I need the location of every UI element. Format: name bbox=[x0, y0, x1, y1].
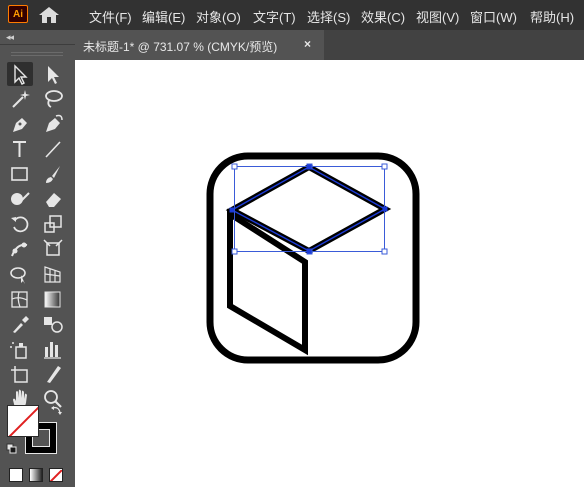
cube-side-face[interactable] bbox=[227, 208, 308, 356]
gradient-tool[interactable] bbox=[40, 287, 66, 311]
home-icon[interactable] bbox=[38, 6, 60, 24]
artboard-canvas[interactable] bbox=[75, 60, 584, 487]
line-segment-icon bbox=[45, 141, 61, 158]
none-color-icon bbox=[8, 406, 38, 436]
direct-selection-arrow-icon bbox=[48, 66, 59, 84]
rectangle-icon bbox=[11, 167, 28, 181]
selection-path-outline bbox=[230, 166, 387, 252]
magic-wand-icon bbox=[12, 90, 30, 108]
selection-tool[interactable] bbox=[7, 62, 33, 86]
shaper-tool[interactable] bbox=[7, 187, 33, 211]
paintbrush-icon bbox=[46, 166, 60, 183]
column-graph-icon bbox=[44, 342, 61, 359]
curvature-pen-icon bbox=[46, 114, 63, 132]
cube-top-face[interactable] bbox=[225, 163, 392, 255]
free-transform-tool[interactable] bbox=[40, 237, 66, 261]
selection-arrow-icon bbox=[14, 64, 28, 85]
scale-icon bbox=[44, 215, 62, 233]
free-transform-icon bbox=[43, 239, 63, 256]
eraser-tool[interactable] bbox=[40, 187, 66, 211]
curvature-tool[interactable] bbox=[40, 112, 66, 136]
anchor-points[interactable] bbox=[229, 164, 388, 254]
menu-help[interactable]: 帮助(H) bbox=[530, 7, 574, 26]
menu-select[interactable]: 选择(S) bbox=[307, 7, 350, 26]
artboard-tool[interactable] bbox=[7, 362, 33, 386]
menu-file[interactable]: 文件(F) bbox=[89, 7, 132, 26]
lasso-tool[interactable] bbox=[40, 87, 66, 111]
menu-window[interactable]: 窗口(W) bbox=[470, 7, 517, 26]
artwork bbox=[206, 152, 420, 364]
pen-tool[interactable] bbox=[7, 112, 33, 136]
artboard-icon bbox=[11, 366, 28, 383]
none-color-icon bbox=[50, 469, 62, 481]
magic-wand-tool[interactable] bbox=[7, 87, 33, 111]
default-fill-stroke-icon[interactable] bbox=[6, 443, 18, 455]
puppet-warp-icon bbox=[11, 242, 28, 257]
menu-edit[interactable]: 编辑(E) bbox=[142, 7, 185, 26]
menu-bar: Ai 文件(F) 编辑(E) 对象(O) 文字(T) 选择(S) 效果(C) 视… bbox=[0, 0, 584, 30]
column-graph-tool[interactable] bbox=[40, 337, 66, 361]
shape-builder-tool[interactable] bbox=[7, 262, 33, 286]
menu-view[interactable]: 视图(V) bbox=[416, 7, 459, 26]
type-tool[interactable] bbox=[7, 137, 33, 161]
perspective-grid-icon bbox=[44, 266, 61, 283]
rectangle-tool[interactable] bbox=[7, 162, 33, 186]
shape-builder-icon bbox=[10, 267, 26, 284]
perspective-grid-tool[interactable] bbox=[40, 262, 66, 286]
selection-bounding-box[interactable] bbox=[234, 166, 385, 252]
shaper-icon bbox=[11, 192, 30, 205]
panel-divider bbox=[0, 44, 75, 45]
mesh-tool[interactable] bbox=[7, 287, 33, 311]
blend-icon bbox=[44, 317, 63, 333]
gradient-icon bbox=[44, 291, 61, 308]
close-icon[interactable]: × bbox=[304, 37, 311, 51]
rotate-icon bbox=[11, 216, 29, 233]
rotate-tool[interactable] bbox=[7, 212, 33, 236]
type-icon bbox=[13, 141, 26, 157]
symbol-sprayer-icon bbox=[10, 342, 27, 359]
pen-icon bbox=[13, 118, 27, 132]
line-segment-tool[interactable] bbox=[40, 137, 66, 161]
document-tab[interactable]: 未标题-1* @ 731.07 % (CMYK/预览) × bbox=[75, 30, 324, 60]
panel-grip[interactable] bbox=[11, 52, 63, 56]
eyedropper-icon bbox=[13, 316, 29, 333]
gradient-mode-button[interactable] bbox=[29, 468, 43, 482]
scale-tool[interactable] bbox=[40, 212, 66, 236]
mesh-icon bbox=[11, 291, 28, 308]
document-tab-title: 未标题-1* @ 731.07 % (CMYK/预览) bbox=[83, 40, 278, 54]
tools-panel: ◂◂ bbox=[0, 30, 75, 487]
direct-selection-tool[interactable] bbox=[40, 62, 66, 86]
lasso-icon bbox=[45, 90, 63, 108]
bounding-box-handles[interactable] bbox=[231, 163, 388, 255]
rounded-frame-shape[interactable] bbox=[206, 152, 420, 364]
swap-fill-stroke-icon[interactable] bbox=[49, 404, 63, 418]
illustrator-logo-icon: Ai bbox=[8, 5, 28, 23]
menu-object[interactable]: 对象(O) bbox=[196, 7, 241, 26]
eraser-icon bbox=[46, 193, 61, 207]
blend-tool[interactable] bbox=[40, 312, 66, 336]
menu-type[interactable]: 文字(T) bbox=[253, 7, 296, 26]
collapse-panel-icon[interactable]: ◂◂ bbox=[6, 32, 14, 43]
slice-icon bbox=[47, 366, 61, 383]
fill-swatch[interactable] bbox=[7, 405, 39, 437]
none-mode-button[interactable] bbox=[49, 468, 63, 482]
document-tab-bar: 未标题-1* @ 731.07 % (CMYK/预览) × bbox=[75, 30, 584, 60]
color-mode-button[interactable] bbox=[9, 468, 23, 482]
menu-effect[interactable]: 效果(C) bbox=[361, 7, 405, 26]
puppet-warp-tool[interactable] bbox=[7, 237, 33, 261]
symbol-sprayer-tool[interactable] bbox=[7, 337, 33, 361]
eyedropper-tool[interactable] bbox=[7, 312, 33, 336]
paintbrush-tool[interactable] bbox=[40, 162, 66, 186]
slice-tool[interactable] bbox=[40, 362, 66, 386]
